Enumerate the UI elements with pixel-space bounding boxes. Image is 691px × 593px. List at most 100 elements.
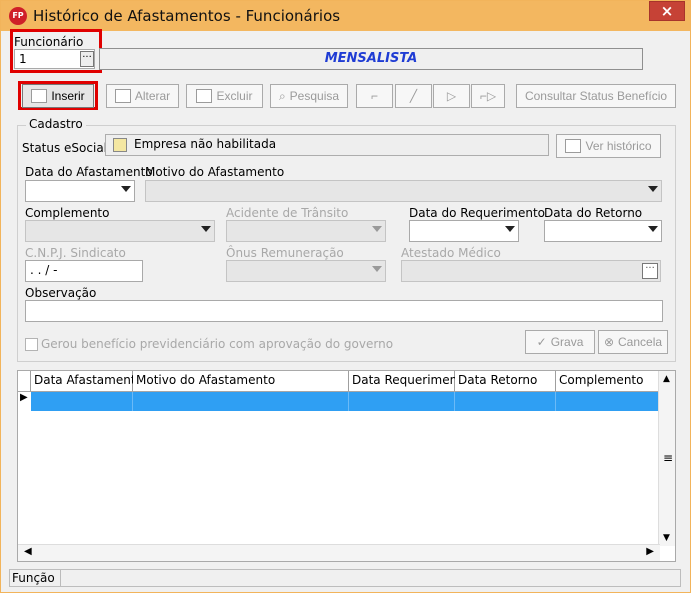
- history-icon: [565, 139, 582, 153]
- data-requerimento-label: Data do Requerimento: [409, 206, 546, 220]
- grid-header-complemento[interactable]: Complemento: [556, 371, 659, 392]
- data-afastamento-label: Data do Afastamento: [25, 165, 153, 179]
- employee-category-banner: MENSALISTA: [99, 48, 643, 70]
- esocial-status-label: Status eSocial:: [22, 141, 112, 155]
- chevron-down-icon: [372, 266, 382, 272]
- afastamentos-grid: Data Afastamento Motivo do Afastamento D…: [17, 370, 676, 562]
- grid-header-motivo-afastamento[interactable]: Motivo do Afastamento: [133, 371, 349, 392]
- search-button[interactable]: ⌕ Pesquisa: [270, 84, 348, 108]
- esocial-status-icon: [113, 138, 127, 152]
- grid-selected-cell[interactable]: [556, 392, 659, 411]
- fp-app-icon: FP: [9, 7, 27, 25]
- grid-header-data-requerimento[interactable]: Data Requerimento: [349, 371, 469, 392]
- horizontal-scrollbar[interactable]: ◀ ▶: [18, 544, 660, 561]
- data-retorno-select[interactable]: [544, 220, 662, 242]
- chevron-down-icon: [505, 226, 515, 232]
- atestado-medico-input[interactable]: ···: [401, 260, 661, 282]
- cnpj-sindicato-input[interactable]: . . / -: [25, 260, 143, 282]
- close-button[interactable]: ×: [649, 1, 685, 21]
- observacao-input[interactable]: [25, 300, 663, 322]
- edit-button[interactable]: Alterar: [106, 84, 179, 108]
- data-afastamento-select[interactable]: [25, 180, 135, 202]
- grid-row-indicator-header: [18, 371, 31, 392]
- view-history-button[interactable]: Ver histórico: [556, 134, 661, 158]
- atestado-medico-lookup-button[interactable]: ···: [642, 263, 658, 279]
- employee-code-value: 1: [19, 52, 27, 66]
- delete-button[interactable]: Excluir: [186, 84, 263, 108]
- edit-label: Alterar: [134, 89, 171, 103]
- scroll-down-icon[interactable]: ▼: [663, 533, 670, 543]
- scroll-up-icon[interactable]: ▲: [663, 374, 670, 384]
- first-record-icon: ⌐: [370, 89, 378, 103]
- function-label: Função: [12, 571, 55, 585]
- grid-header-data-retorno[interactable]: Data Retorno: [455, 371, 556, 392]
- window-title: Histórico de Afastamentos - Funcionários: [33, 7, 341, 25]
- acidente-transito-select[interactable]: [226, 220, 386, 242]
- previous-record-button[interactable]: ╱: [395, 84, 432, 108]
- status-divider: [60, 570, 61, 586]
- chevron-down-icon: [648, 186, 658, 192]
- cancel-button[interactable]: ⊗ Cancela: [598, 330, 668, 354]
- previous-record-icon: ╱: [409, 89, 418, 103]
- last-record-icon: ⌐▷: [479, 89, 497, 103]
- scroll-left-icon[interactable]: ◀: [24, 546, 32, 557]
- save-button[interactable]: ✓ Grava: [525, 330, 595, 354]
- employee-label: Funcionário: [14, 35, 84, 49]
- cadastro-caption: Cadastro: [26, 117, 86, 131]
- data-retorno-label: Data do Retorno: [544, 206, 643, 220]
- motivo-afastamento-select[interactable]: [145, 180, 662, 202]
- vertical-scrollbar[interactable]: ▲ ≡ ▼: [658, 371, 675, 546]
- status-bar: Função: [9, 569, 681, 587]
- complemento-label: Complemento: [25, 206, 110, 220]
- scroll-right-icon[interactable]: ▶: [646, 546, 654, 557]
- cnpj-sindicato-label: C.N.P.J. Sindicato: [25, 246, 126, 260]
- atestado-medico-label: Atestado Médico: [401, 246, 501, 260]
- cancel-label: Cancela: [618, 335, 663, 349]
- insert-label: Inserir: [51, 89, 85, 103]
- delete-label: Excluir: [216, 89, 253, 103]
- chevron-down-icon: [121, 186, 131, 192]
- delete-icon: [196, 89, 213, 103]
- cancel-icon: ⊗: [603, 335, 615, 349]
- save-label: Grava: [550, 335, 584, 349]
- afastamentos-window: FP Histórico de Afastamentos - Funcionár…: [0, 0, 691, 593]
- motivo-afastamento-label: Motivo do Afastamento: [145, 165, 285, 179]
- esocial-status-box: Empresa não habilitada: [105, 134, 549, 156]
- consult-benefit-status-button[interactable]: Consultar Status Benefício: [516, 84, 676, 108]
- esocial-status-value: Empresa não habilitada: [134, 137, 277, 151]
- data-requerimento-select[interactable]: [409, 220, 519, 242]
- observacao-label: Observação: [25, 286, 97, 300]
- beneficio-checkbox-label: Gerou benefício previdenciário com aprov…: [41, 337, 394, 351]
- chevron-down-icon: [201, 226, 211, 232]
- view-history-label: Ver histórico: [585, 139, 652, 153]
- grid-selected-cell[interactable]: [455, 392, 556, 411]
- employee-lookup-button[interactable]: ···: [80, 51, 94, 67]
- insert-button[interactable]: Inserir: [22, 84, 94, 108]
- last-record-button[interactable]: ⌐▷: [471, 84, 505, 108]
- first-record-button[interactable]: ⌐: [356, 84, 393, 108]
- onus-remuneracao-select[interactable]: [226, 260, 386, 282]
- insert-icon: [31, 89, 48, 103]
- grid-header-data-afastamento[interactable]: Data Afastamento: [31, 371, 143, 392]
- beneficio-checkbox[interactable]: [25, 338, 38, 351]
- employee-code-input[interactable]: 1 ···: [14, 49, 95, 69]
- cadastro-group: [17, 125, 676, 362]
- cnpj-sindicato-mask: . . / -: [30, 263, 58, 277]
- grid-selected-cell[interactable]: [133, 392, 349, 411]
- onus-remuneracao-label: Ônus Remuneração: [226, 246, 344, 260]
- edit-icon: [114, 89, 131, 103]
- search-icon: ⌕: [278, 88, 286, 103]
- check-icon: ✓: [536, 335, 547, 349]
- search-label: Pesquisa: [289, 89, 340, 103]
- chevron-down-icon: [372, 226, 382, 232]
- grid-selected-cell[interactable]: [349, 392, 455, 411]
- acidente-transito-label: Acidente de Trânsito: [226, 206, 349, 220]
- next-record-icon: ▷: [446, 89, 457, 103]
- next-record-button[interactable]: ▷: [433, 84, 470, 108]
- chevron-down-icon: [648, 226, 658, 232]
- title-bar: FP Histórico de Afastamentos - Funcionár…: [1, 1, 690, 31]
- grid-selected-cell[interactable]: [31, 392, 133, 411]
- complemento-select[interactable]: [25, 220, 215, 242]
- selected-row-indicator: ▶: [20, 392, 28, 403]
- scroll-grip-icon: ≡: [663, 451, 674, 465]
